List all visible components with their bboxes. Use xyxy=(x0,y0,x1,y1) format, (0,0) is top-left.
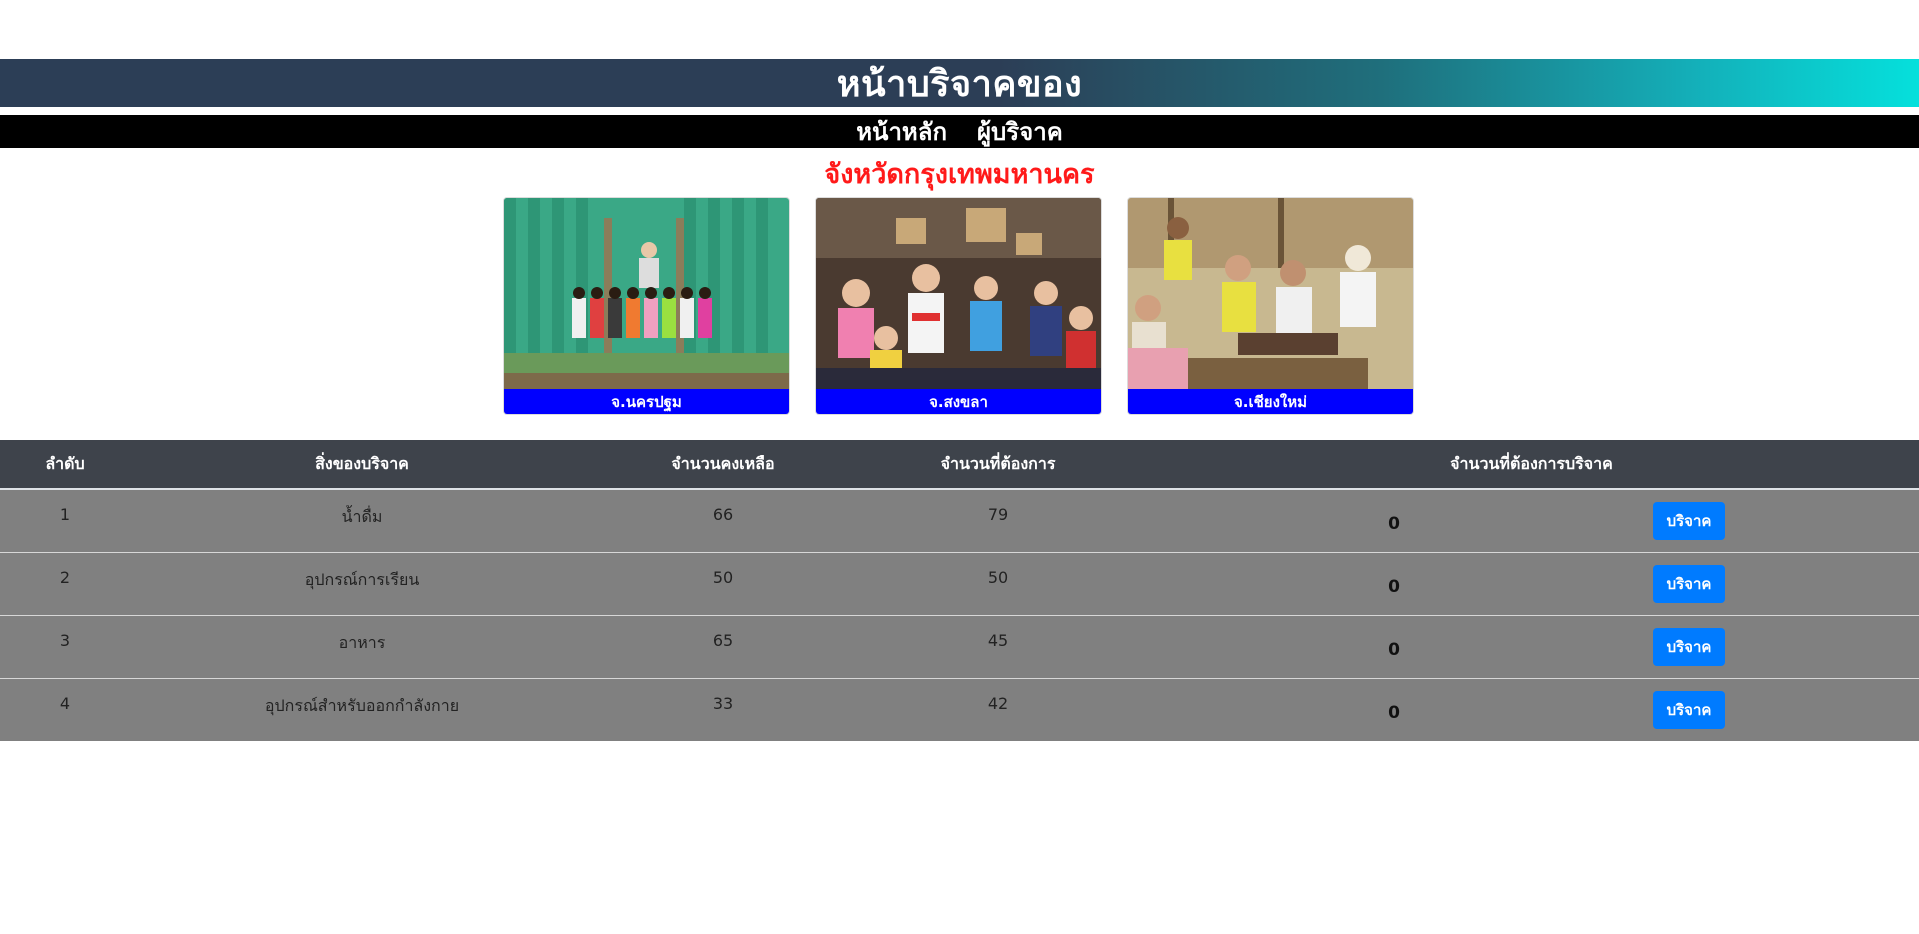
cell-order: 4 xyxy=(0,677,130,741)
cell-needed: 45 xyxy=(852,614,1144,678)
table-row: 3 อาหาร 65 45 0 บริจาค xyxy=(0,614,1919,678)
children-photo-boxes xyxy=(816,198,1101,391)
header-donate-qty: จำนวนที่ต้องการบริจาค xyxy=(1144,440,1919,490)
province-title: จังหวัดกรุงเทพมหานคร xyxy=(824,159,1095,190)
main-navbar: หน้าหลัก ผู้บริจาค xyxy=(0,115,1919,148)
header-needed: จำนวนที่ต้องการ xyxy=(852,440,1144,490)
header-order: ลำดับ xyxy=(0,440,130,490)
cell-remaining: 50 xyxy=(594,551,852,615)
cell-remaining: 66 xyxy=(594,488,852,552)
donate-button[interactable]: บริจาค xyxy=(1653,502,1725,540)
province-cards: จ.นครปฐม จ.สงขลา จ.เชียงใหม่ xyxy=(503,197,1415,415)
cell-needed: 79 xyxy=(852,488,1144,552)
province-card-songkhla[interactable]: จ.สงขลา xyxy=(815,197,1102,415)
card-caption: จ.สงขลา xyxy=(816,389,1101,414)
donate-quantity-input[interactable]: 0 xyxy=(1364,640,1424,660)
nav-link-donors[interactable]: ผู้บริจาค xyxy=(977,112,1063,151)
table-header-row: ลำดับ สิ่งของบริจาค จำนวนคงเหลือ จำนวนที… xyxy=(0,440,1919,490)
cell-order: 3 xyxy=(0,614,130,678)
cell-donate-action: 0 บริจาค xyxy=(1144,551,1919,615)
table-row: 4 อุปกรณ์สำหรับออกกำลังกาย 33 42 0 บริจา… xyxy=(0,677,1919,741)
donation-table: ลำดับ สิ่งของบริจาค จำนวนคงเหลือ จำนวนที… xyxy=(0,440,1919,741)
cell-item: อุปกรณ์สำหรับออกกำลังกาย xyxy=(130,677,594,741)
cell-donate-action: 0 บริจาค xyxy=(1144,677,1919,741)
cell-remaining: 65 xyxy=(594,614,852,678)
header-remaining: จำนวนคงเหลือ xyxy=(594,440,852,490)
cell-item: อุปกรณ์การเรียน xyxy=(130,551,594,615)
donate-quantity-input[interactable]: 0 xyxy=(1364,577,1424,597)
children-photo-music xyxy=(1128,198,1413,391)
cell-remaining: 33 xyxy=(594,677,852,741)
cell-needed: 42 xyxy=(852,677,1144,741)
nav-link-home[interactable]: หน้าหลัก xyxy=(856,112,947,151)
province-card-chiang-mai[interactable]: จ.เชียงใหม่ xyxy=(1127,197,1414,415)
donate-button[interactable]: บริจาค xyxy=(1653,564,1725,603)
donate-button[interactable]: บริจาค xyxy=(1653,627,1725,666)
cell-donate-action: 0 บริจาค xyxy=(1144,488,1919,552)
donate-quantity-input[interactable]: 0 xyxy=(1364,514,1424,534)
header-banner: หน้าบริจาคของ xyxy=(0,59,1919,107)
donate-quantity-input[interactable]: 0 xyxy=(1364,703,1424,723)
header-item: สิ่งของบริจาค xyxy=(130,440,594,490)
donate-button[interactable]: บริจาค xyxy=(1653,690,1725,729)
page-title: หน้าบริจาคของ xyxy=(836,63,1083,105)
cell-donate-action: 0 บริจาค xyxy=(1144,614,1919,678)
card-caption: จ.นครปฐม xyxy=(504,389,789,414)
card-caption: จ.เชียงใหม่ xyxy=(1128,389,1413,414)
province-card-nakhon-pathom[interactable]: จ.นครปฐม xyxy=(503,197,790,415)
cell-order: 2 xyxy=(0,551,130,615)
cell-needed: 50 xyxy=(852,551,1144,615)
table-row: 2 อุปกรณ์การเรียน 50 50 0 บริจาค xyxy=(0,551,1919,615)
table-row: 1 น้ำดื่ม 66 79 0 บริจาค xyxy=(0,488,1919,552)
cell-order: 1 xyxy=(0,488,130,552)
children-photo-shed xyxy=(504,198,789,391)
donation-table-wrapper: ลำดับ สิ่งของบริจาค จำนวนคงเหลือ จำนวนที… xyxy=(0,440,1919,741)
cell-item: อาหาร xyxy=(130,614,594,678)
cell-item: น้ำดื่ม xyxy=(130,488,594,552)
